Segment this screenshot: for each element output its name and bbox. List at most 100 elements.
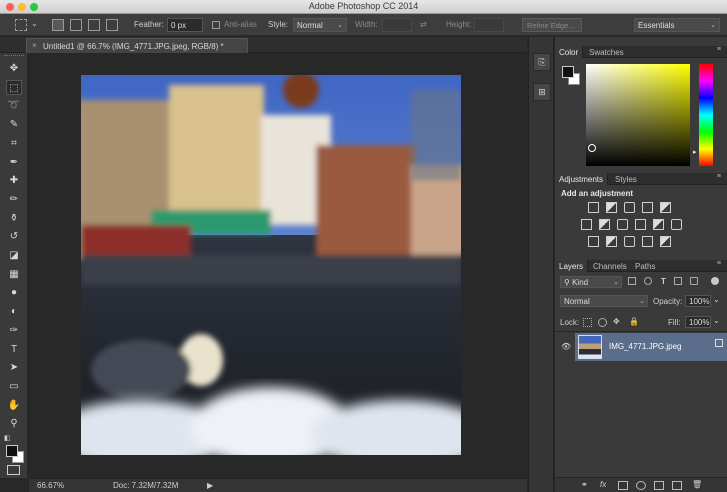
hue-slider[interactable]: ▸ bbox=[693, 64, 713, 166]
gradient-map-icon[interactable] bbox=[660, 236, 671, 247]
zoom-tool-icon[interactable]: ⚲ bbox=[6, 416, 22, 431]
blend-mode-select[interactable]: Normal ⌄ bbox=[560, 295, 648, 307]
panel-menu-icon[interactable]: ≡ bbox=[717, 46, 721, 53]
lock-image-icon[interactable] bbox=[598, 318, 607, 327]
new-layer-icon[interactable] bbox=[672, 481, 682, 490]
panel-menu-icon[interactable]: ≡ bbox=[717, 173, 721, 180]
brightness-contrast-icon[interactable] bbox=[588, 202, 599, 213]
antialias-checkbox[interactable] bbox=[212, 21, 220, 29]
zoom-level[interactable]: 66.67% bbox=[37, 481, 64, 490]
gradient-tool-icon[interactable]: ▦ bbox=[6, 267, 22, 282]
refine-edge-button[interactable]: Refine Edge... bbox=[522, 18, 582, 32]
filter-shape-icon[interactable] bbox=[674, 277, 682, 285]
color-foreground-swatch[interactable] bbox=[562, 66, 574, 78]
filter-smart-object-icon[interactable] bbox=[690, 277, 698, 285]
pen-tool-icon[interactable]: ✑ bbox=[6, 323, 22, 338]
filter-adjustment-icon[interactable] bbox=[644, 277, 652, 285]
tab-channels[interactable]: Channels bbox=[589, 260, 631, 272]
close-icon[interactable]: × bbox=[32, 41, 37, 50]
quick-mask-icon[interactable] bbox=[7, 465, 20, 475]
vibrance-icon[interactable] bbox=[660, 202, 671, 213]
lock-all-icon[interactable]: 🔒 bbox=[629, 317, 639, 326]
new-adjustment-layer-icon[interactable] bbox=[636, 481, 646, 490]
curves-icon[interactable] bbox=[624, 202, 635, 213]
brush-tool-icon[interactable]: ✏ bbox=[6, 192, 22, 207]
foreground-color-swatch[interactable] bbox=[6, 445, 18, 457]
levels-icon[interactable] bbox=[606, 202, 617, 213]
subtract-selection-icon[interactable] bbox=[88, 19, 100, 31]
tab-adjustments[interactable]: Adjustments bbox=[555, 173, 609, 185]
hue-saturation-icon[interactable] bbox=[581, 219, 592, 230]
color-picker-field[interactable] bbox=[586, 64, 690, 166]
tool-preset-icon[interactable] bbox=[15, 19, 27, 31]
properties-panel-icon[interactable]: ⊞ bbox=[533, 83, 551, 101]
threshold-icon[interactable] bbox=[624, 236, 635, 247]
history-panel-icon[interactable]: ⎘ bbox=[533, 53, 551, 71]
tab-swatches[interactable]: Swatches bbox=[585, 46, 628, 58]
delete-layer-icon[interactable]: 🗑 bbox=[692, 480, 702, 489]
hand-tool-icon[interactable]: ✋ bbox=[6, 398, 22, 413]
history-brush-tool-icon[interactable]: ↺ bbox=[6, 229, 22, 244]
black-white-icon[interactable] bbox=[617, 219, 628, 230]
tab-layers[interactable]: Layers bbox=[555, 260, 589, 272]
panel-menu-icon[interactable]: ≡ bbox=[717, 260, 721, 267]
lock-position-icon[interactable]: ✥ bbox=[613, 317, 620, 326]
default-colors-icon[interactable]: ◧ bbox=[4, 434, 11, 442]
color-balance-icon[interactable] bbox=[599, 219, 610, 230]
path-select-tool-icon[interactable]: ➤ bbox=[6, 360, 22, 375]
add-selection-icon[interactable] bbox=[70, 19, 82, 31]
color-lookup-icon[interactable] bbox=[671, 219, 682, 230]
crop-tool-icon[interactable]: ⌗ bbox=[6, 136, 22, 151]
lock-transparent-icon[interactable] bbox=[583, 318, 592, 327]
new-group-icon[interactable] bbox=[654, 481, 664, 490]
opacity-input[interactable]: 100% bbox=[685, 295, 711, 307]
new-selection-icon[interactable] bbox=[52, 19, 64, 31]
marquee-tool-icon[interactable]: ⬚ bbox=[6, 79, 22, 95]
type-tool-icon[interactable]: T bbox=[6, 342, 22, 357]
height-input[interactable] bbox=[474, 18, 504, 32]
exposure-icon[interactable] bbox=[642, 202, 653, 213]
tool-preset-dropdown-chevron[interactable]: ⌄ bbox=[31, 19, 38, 28]
tab-color[interactable]: Color bbox=[555, 46, 584, 58]
width-input[interactable] bbox=[382, 18, 412, 32]
document-tab[interactable]: × Untitled1 @ 66.7% (IMG_4771.JPG.jpeg, … bbox=[26, 38, 248, 53]
tab-paths[interactable]: Paths bbox=[631, 260, 659, 272]
quick-select-tool-icon[interactable]: ✎ bbox=[6, 117, 22, 132]
opacity-dropdown-icon[interactable]: ⌄ bbox=[713, 295, 720, 304]
fill-dropdown-icon[interactable]: ⌄ bbox=[713, 316, 720, 325]
link-layers-icon[interactable]: ⚭ bbox=[581, 480, 588, 489]
layer-name[interactable]: IMG_4771.JPG.jpeg bbox=[609, 342, 681, 351]
fill-input[interactable]: 100% bbox=[685, 316, 711, 328]
healing-brush-tool-icon[interactable]: ✚ bbox=[6, 173, 22, 188]
layer-row[interactable]: IMG_4771.JPG.jpeg bbox=[575, 333, 727, 361]
move-tool-icon[interactable]: ✥ bbox=[6, 61, 22, 76]
canvas-area[interactable] bbox=[29, 53, 527, 478]
eyedropper-tool-icon[interactable]: ✒ bbox=[6, 155, 22, 170]
lasso-tool-icon[interactable]: ➰ bbox=[6, 98, 22, 113]
color-picker-cursor[interactable] bbox=[588, 144, 596, 152]
workspace-select[interactable]: Essentials ⌄ bbox=[634, 18, 720, 32]
channel-mixer-icon[interactable] bbox=[653, 219, 664, 230]
intersect-selection-icon[interactable] bbox=[106, 19, 118, 31]
posterize-icon[interactable] bbox=[606, 236, 617, 247]
invert-icon[interactable] bbox=[588, 236, 599, 247]
tools-grip[interactable] bbox=[4, 55, 24, 57]
feather-input[interactable]: 0 px bbox=[167, 18, 203, 32]
shape-tool-icon[interactable]: ▭ bbox=[6, 379, 22, 394]
add-mask-icon[interactable] bbox=[618, 481, 628, 490]
clone-stamp-tool-icon[interactable]: ⚱ bbox=[6, 211, 22, 226]
hue-slider-handle[interactable]: ▸ bbox=[693, 148, 697, 156]
photo-filter-icon[interactable] bbox=[635, 219, 646, 230]
status-menu-arrow[interactable]: ▶ bbox=[207, 481, 213, 490]
layer-visibility-eye-icon[interactable]: 👁 bbox=[561, 342, 571, 351]
tab-styles[interactable]: Styles bbox=[611, 173, 641, 185]
filter-type-icon[interactable]: T bbox=[661, 277, 666, 286]
selective-color-icon[interactable] bbox=[642, 236, 653, 247]
filter-toggle-icon[interactable] bbox=[711, 277, 719, 285]
document-image[interactable] bbox=[81, 75, 461, 455]
blur-tool-icon[interactable]: ● bbox=[6, 285, 22, 300]
filter-pixel-icon[interactable] bbox=[628, 277, 636, 285]
dodge-tool-icon[interactable]: ◐ bbox=[6, 304, 22, 319]
layer-style-icon[interactable]: fx bbox=[600, 480, 606, 489]
style-select[interactable]: Normal ⌄ bbox=[293, 18, 347, 32]
